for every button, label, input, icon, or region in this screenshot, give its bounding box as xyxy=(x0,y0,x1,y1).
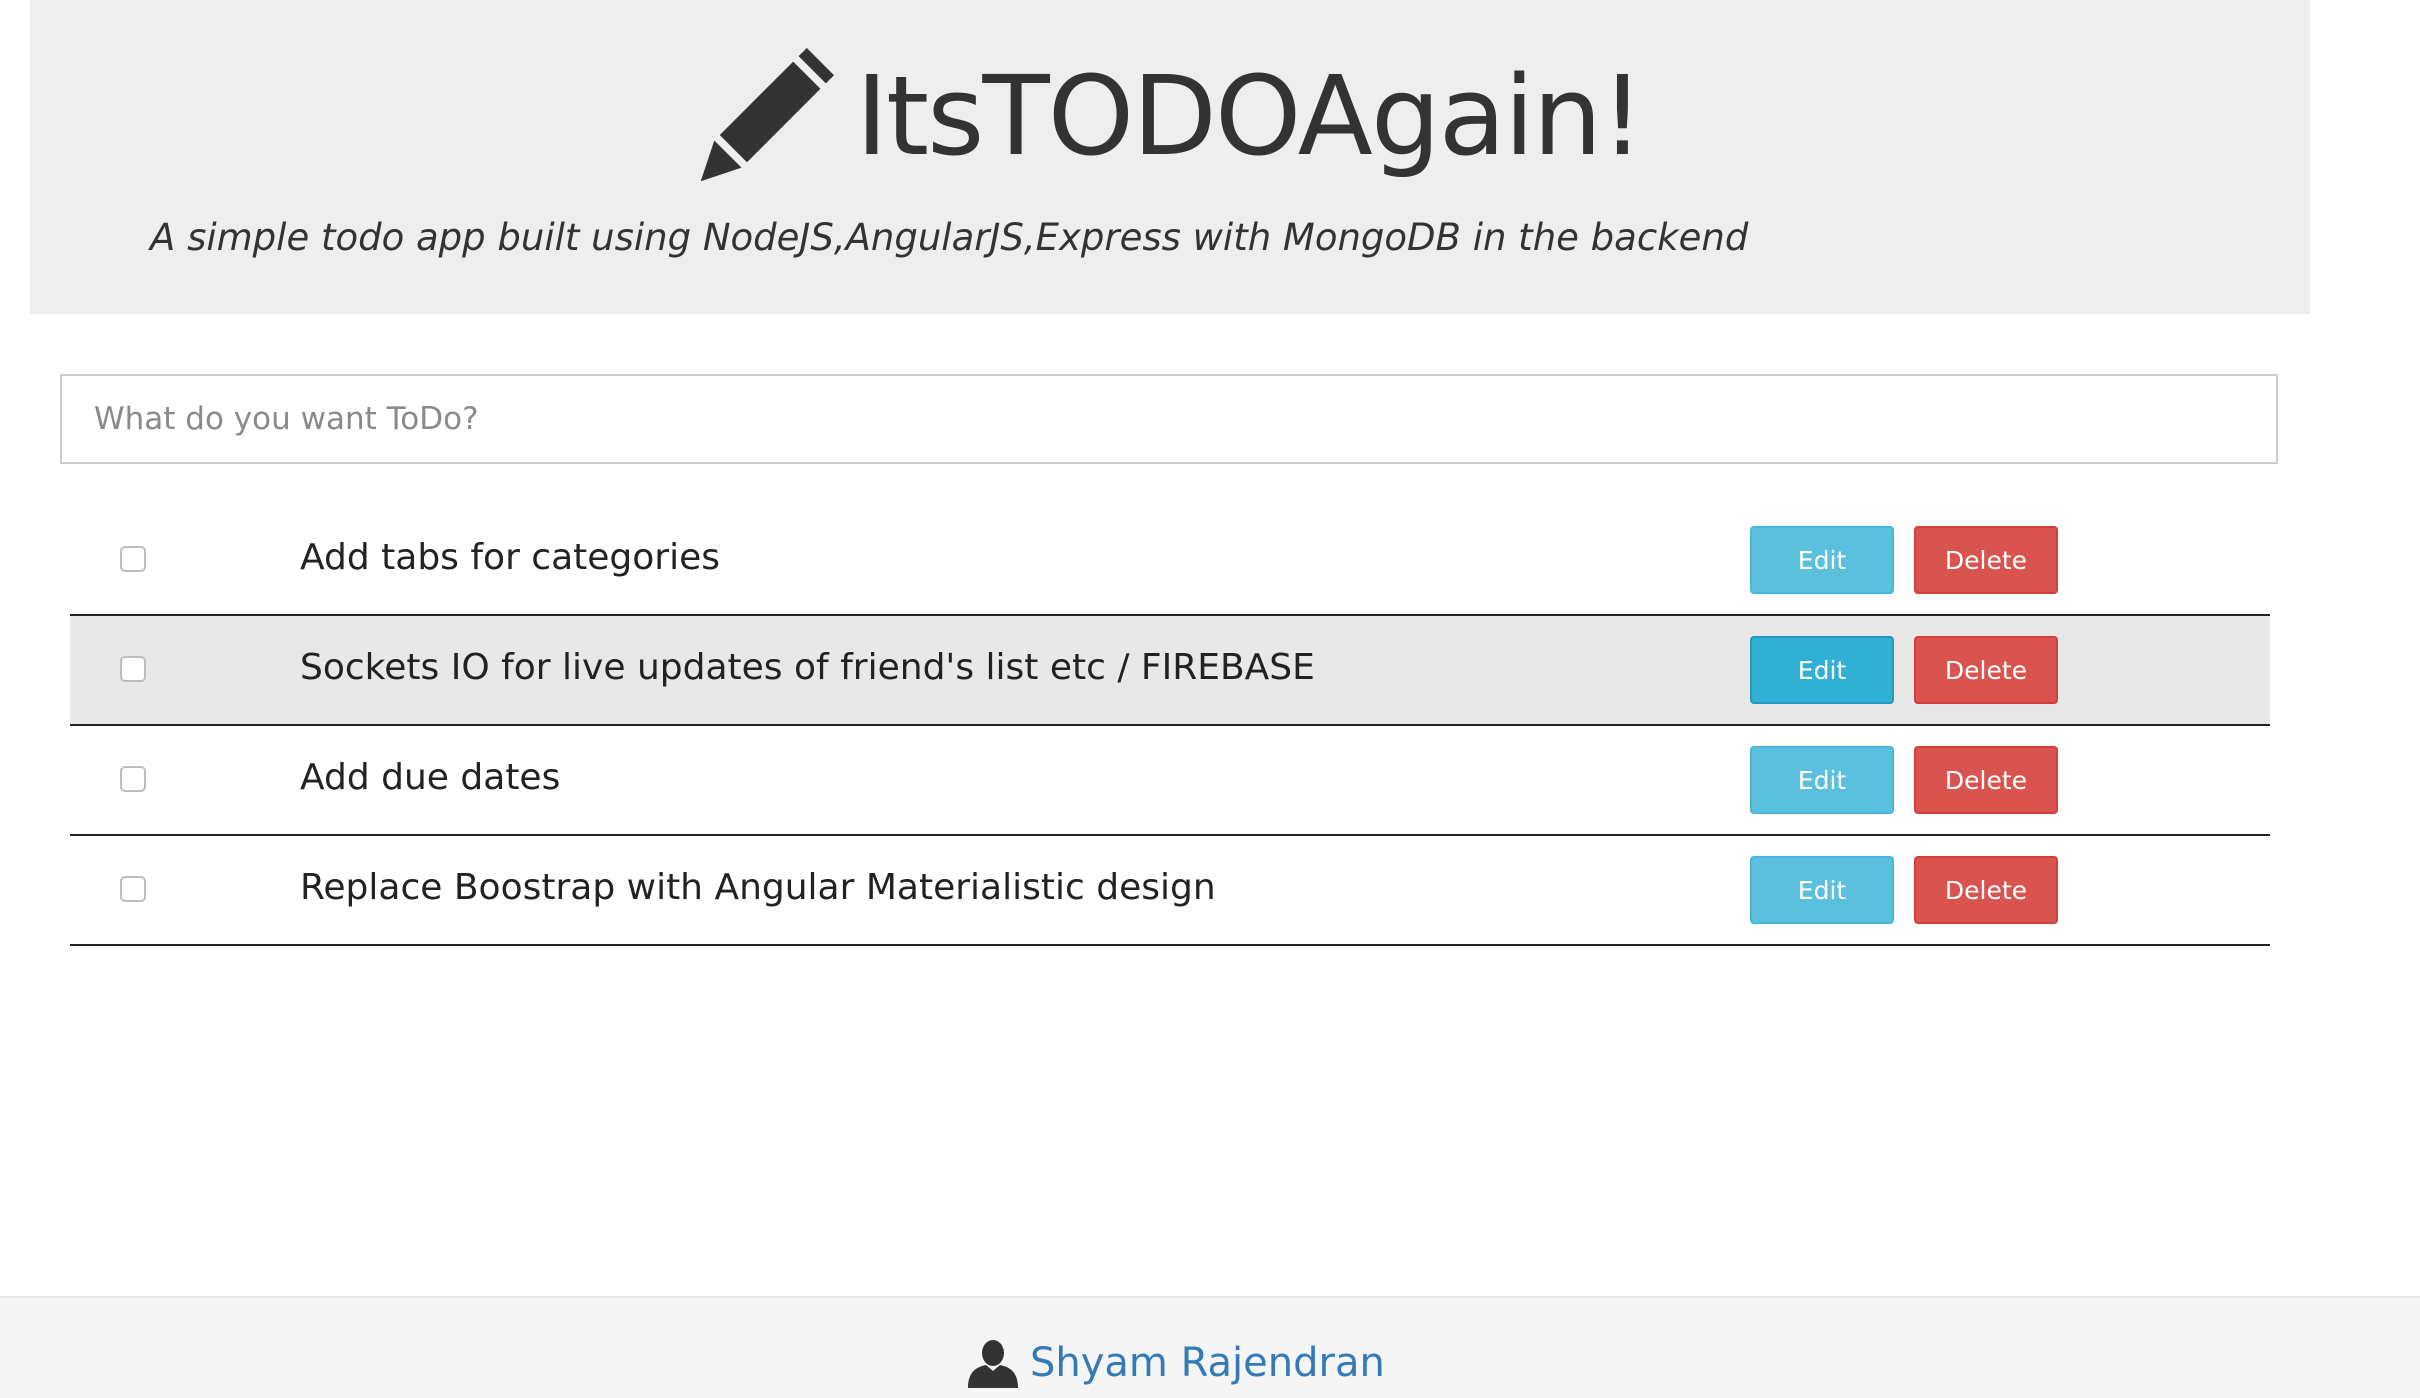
edit-button[interactable]: Edit xyxy=(1750,636,1894,704)
new-todo-input[interactable] xyxy=(60,374,2278,464)
edit-button[interactable]: Edit xyxy=(1750,526,1894,594)
pencil-icon xyxy=(700,48,834,182)
footer: Shyam Rajendran xyxy=(0,1296,2420,1398)
title-row: ItsTODOAgain! xyxy=(30,36,2310,196)
delete-button[interactable]: Delete xyxy=(1914,746,2058,814)
user-icon xyxy=(968,1340,1018,1388)
app-title: ItsTODOAgain! xyxy=(855,52,1645,180)
author-link[interactable]: Shyam Rajendran xyxy=(968,1338,1385,1388)
todo-row: Replace Boostrap with Angular Materialis… xyxy=(70,836,2270,946)
edit-button[interactable]: Edit xyxy=(1750,856,1894,924)
todo-list: Add tabs for categories Edit Delete Sock… xyxy=(70,506,2270,946)
delete-button[interactable]: Delete xyxy=(1914,526,2058,594)
todo-row: Sockets IO for live updates of friend's … xyxy=(70,616,2270,726)
todo-text: Add tabs for categories xyxy=(300,537,721,578)
delete-button[interactable]: Delete xyxy=(1914,856,2058,924)
todo-text: Replace Boostrap with Angular Materialis… xyxy=(300,867,1216,908)
todo-checkbox[interactable] xyxy=(120,656,146,682)
todo-row: Add tabs for categories Edit Delete xyxy=(70,506,2270,616)
todo-checkbox[interactable] xyxy=(120,546,146,572)
todo-text: Add due dates xyxy=(300,757,561,798)
app-subtitle: A simple todo app built using NodeJS,Ang… xyxy=(150,216,1749,259)
todo-checkbox[interactable] xyxy=(120,876,146,902)
edit-button[interactable]: Edit xyxy=(1750,746,1894,814)
header-jumbotron: ItsTODOAgain! A simple todo app built us… xyxy=(30,0,2310,314)
todo-text: Sockets IO for live updates of friend's … xyxy=(300,647,1315,688)
delete-button[interactable]: Delete xyxy=(1914,636,2058,704)
author-name: Shyam Rajendran xyxy=(1030,1340,1385,1386)
todo-row: Add due dates Edit Delete xyxy=(70,726,2270,836)
todo-checkbox[interactable] xyxy=(120,766,146,792)
